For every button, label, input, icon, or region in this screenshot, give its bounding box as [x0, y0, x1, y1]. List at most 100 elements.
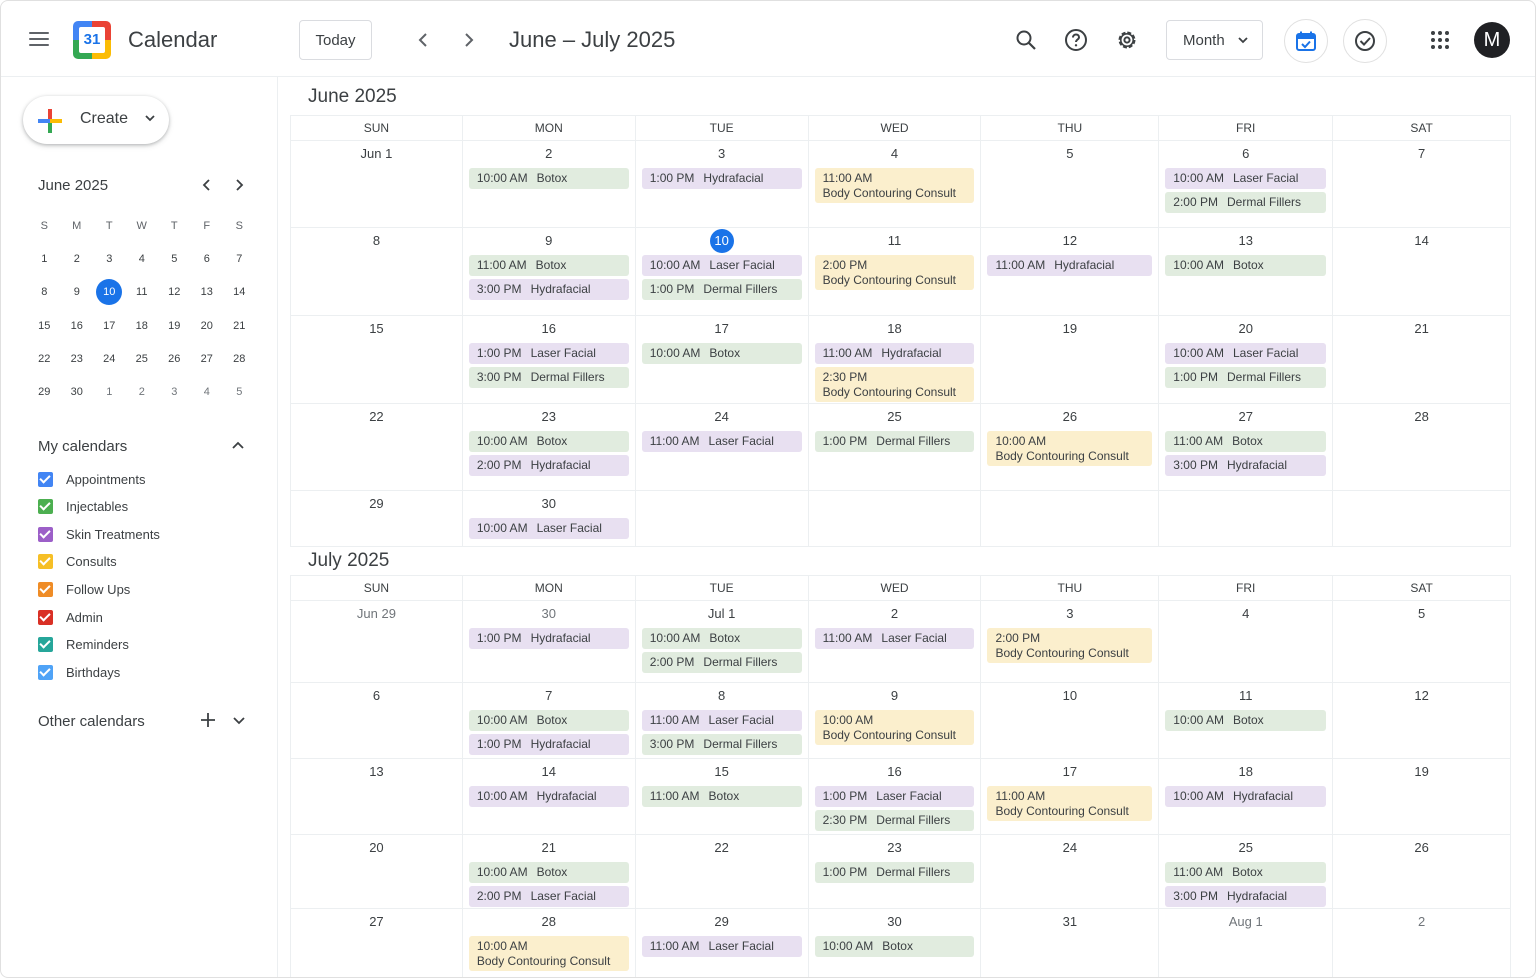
calendar-checkbox[interactable] — [38, 637, 53, 653]
day-cell[interactable]: 9 11:00 AM Botox 3:00 PM Hydrafacial — [463, 228, 636, 315]
day-cell[interactable]: 15 11:00 AM Botox — [636, 759, 809, 834]
day-number[interactable]: 11 — [809, 233, 981, 253]
mini-day[interactable]: 20 — [191, 320, 224, 332]
next-period-icon[interactable] — [459, 30, 479, 50]
help-icon[interactable] — [1059, 23, 1093, 57]
account-avatar[interactable]: M — [1474, 22, 1510, 58]
event-chip[interactable]: 1:00 PM Dermal Fillers — [641, 279, 802, 300]
day-number[interactable]: 27 — [291, 914, 462, 934]
day-cell[interactable]: 27 11:00 AM Botox 3:00 PM Hydrafacial — [1159, 404, 1334, 490]
event-chip[interactable]: 10:00 AM Laser Facial — [1165, 168, 1327, 189]
event-chip[interactable]: 1:00 PM Dermal Fillers — [814, 431, 975, 452]
day-cell[interactable]: Aug 1 — [1159, 909, 1334, 977]
day-number[interactable]: 2 — [1333, 914, 1510, 934]
event-chip[interactable]: 10:00 AM Botox — [468, 710, 629, 731]
day-cell[interactable]: 17 10:00 AM Botox — [636, 316, 809, 403]
event-chip[interactable]: 11:00 AM Laser Facial — [641, 431, 802, 452]
day-cell[interactable]: 8 — [291, 228, 463, 315]
calendar-view-toggle[interactable] — [1284, 19, 1328, 63]
day-cell[interactable]: 3 1:00 PM Hydrafacial — [636, 141, 809, 227]
event-chip[interactable]: 11:00 AM Botox — [1165, 862, 1327, 883]
mini-day[interactable]: 7 — [223, 253, 256, 265]
mini-day[interactable]: 27 — [191, 353, 224, 365]
day-cell[interactable]: 11 10:00 AM Botox — [1159, 683, 1334, 758]
day-number[interactable]: 15 — [636, 764, 808, 784]
day-cell[interactable]: 25 1:00 PM Dermal Fillers — [809, 404, 982, 490]
event-chip[interactable]: 10:00 AM Botox — [814, 936, 975, 957]
event-chip[interactable]: 11:00 AM Laser Facial — [641, 936, 802, 957]
day-number[interactable]: 4 — [1159, 606, 1332, 626]
day-cell[interactable]: Jun 29 — [291, 601, 463, 682]
day-cell[interactable]: 29 — [291, 491, 463, 546]
event-chip[interactable]: 3:00 PM Dermal Fillers — [468, 367, 629, 388]
mini-day[interactable]: 25 — [126, 353, 159, 365]
day-cell[interactable]: 9 10:00 AM Body Contouring Consult — [809, 683, 982, 758]
day-number[interactable]: 27 — [1159, 409, 1332, 429]
calendar-checkbox[interactable] — [38, 609, 53, 625]
day-number[interactable]: 16 — [463, 321, 635, 341]
day-number[interactable]: 13 — [291, 764, 462, 784]
mini-day[interactable]: 11 — [126, 286, 159, 298]
event-chip[interactable]: 11:00 AM Botox — [468, 255, 629, 276]
day-number[interactable]: 16 — [809, 764, 981, 784]
mini-day[interactable]: 2 — [61, 253, 94, 265]
day-cell[interactable]: 21 — [1333, 316, 1512, 403]
mini-day[interactable]: 10 — [93, 279, 126, 306]
day-number[interactable]: 22 — [291, 409, 462, 429]
calendar-checkbox[interactable] — [38, 471, 53, 487]
event-chip[interactable]: 10:00 AM Laser Facial — [641, 255, 802, 276]
mini-day[interactable]: 26 — [158, 353, 191, 365]
mini-day[interactable]: 12 — [158, 286, 191, 298]
day-number[interactable]: 28 — [1333, 409, 1510, 429]
day-cell[interactable] — [636, 491, 809, 546]
mini-day[interactable]: 1 — [93, 386, 126, 398]
mini-day[interactable]: 9 — [61, 286, 94, 298]
day-number[interactable]: 18 — [1159, 764, 1332, 784]
event-chip[interactable]: 11:00 AM Botox — [641, 786, 802, 807]
day-cell[interactable]: 26 — [1333, 835, 1512, 908]
event-chip[interactable]: 1:00 PM Hydrafacial — [468, 734, 629, 755]
create-button[interactable]: Create — [23, 96, 169, 144]
day-cell[interactable]: 11 2:00 PM Body Contouring Consult — [809, 228, 982, 315]
day-cell[interactable]: 4 — [1159, 601, 1334, 682]
day-number[interactable] — [1159, 496, 1332, 516]
day-number[interactable]: 31 — [981, 914, 1158, 934]
mini-day[interactable]: 17 — [93, 320, 126, 332]
day-cell[interactable]: 14 10:00 AM Hydrafacial — [463, 759, 636, 834]
event-chip[interactable]: 11:00 AM Laser Facial — [641, 710, 802, 731]
day-number[interactable]: 2 — [463, 146, 635, 166]
mini-previous-month-icon[interactable] — [199, 177, 215, 193]
event-chip[interactable]: 1:00 PM Dermal Fillers — [814, 862, 975, 883]
day-cell[interactable]: 4 11:00 AM Body Contouring Consult — [809, 141, 982, 227]
event-chip[interactable]: 2:30 PM Body Contouring Consult — [814, 367, 975, 402]
day-number[interactable]: Jun 29 — [291, 606, 462, 626]
day-number[interactable] — [636, 496, 808, 516]
day-cell[interactable]: 21 10:00 AM Botox 2:00 PM Laser Facial — [463, 835, 636, 908]
day-number[interactable]: Aug 1 — [1159, 914, 1332, 934]
day-cell[interactable]: 7 10:00 AM Botox 1:00 PM Hydrafacial — [463, 683, 636, 758]
day-cell[interactable]: 20 10:00 AM Laser Facial 1:00 PM Dermal Fill… — [1159, 316, 1334, 403]
day-number[interactable]: 8 — [291, 233, 462, 253]
mini-day[interactable]: 30 — [61, 386, 94, 398]
day-number[interactable]: 7 — [463, 688, 635, 708]
event-chip[interactable]: 3:00 PM Dermal Fillers — [641, 734, 802, 755]
day-number[interactable]: 3 — [636, 146, 808, 166]
day-cell[interactable] — [809, 491, 982, 546]
mini-day[interactable]: 3 — [93, 253, 126, 265]
event-chip[interactable]: 11:00 AM Hydrafacial — [814, 343, 975, 364]
day-cell[interactable]: 23 1:00 PM Dermal Fillers — [809, 835, 982, 908]
my-calendars-heading[interactable]: My calendars — [38, 438, 127, 455]
day-number[interactable]: 12 — [1333, 688, 1510, 708]
day-number[interactable]: 11 — [1159, 688, 1332, 708]
day-number[interactable]: 29 — [291, 496, 462, 516]
event-chip[interactable]: 10:00 AM Hydrafacial — [1165, 786, 1327, 807]
event-chip[interactable]: 3:00 PM Hydrafacial — [1165, 886, 1327, 907]
mini-day[interactable]: 4 — [191, 386, 224, 398]
event-chip[interactable]: 10:00 AM Botox — [641, 343, 802, 364]
event-chip[interactable]: 10:00 AM Hydrafacial — [468, 786, 629, 807]
day-cell[interactable]: 19 — [981, 316, 1160, 403]
calendar-checkbox[interactable] — [38, 499, 53, 515]
event-chip[interactable]: 10:00 AM Botox — [641, 628, 802, 649]
event-chip[interactable]: 10:00 AM Body Contouring Consult — [814, 710, 975, 745]
day-cell[interactable]: 3 2:00 PM Body Contouring Consult — [981, 601, 1160, 682]
